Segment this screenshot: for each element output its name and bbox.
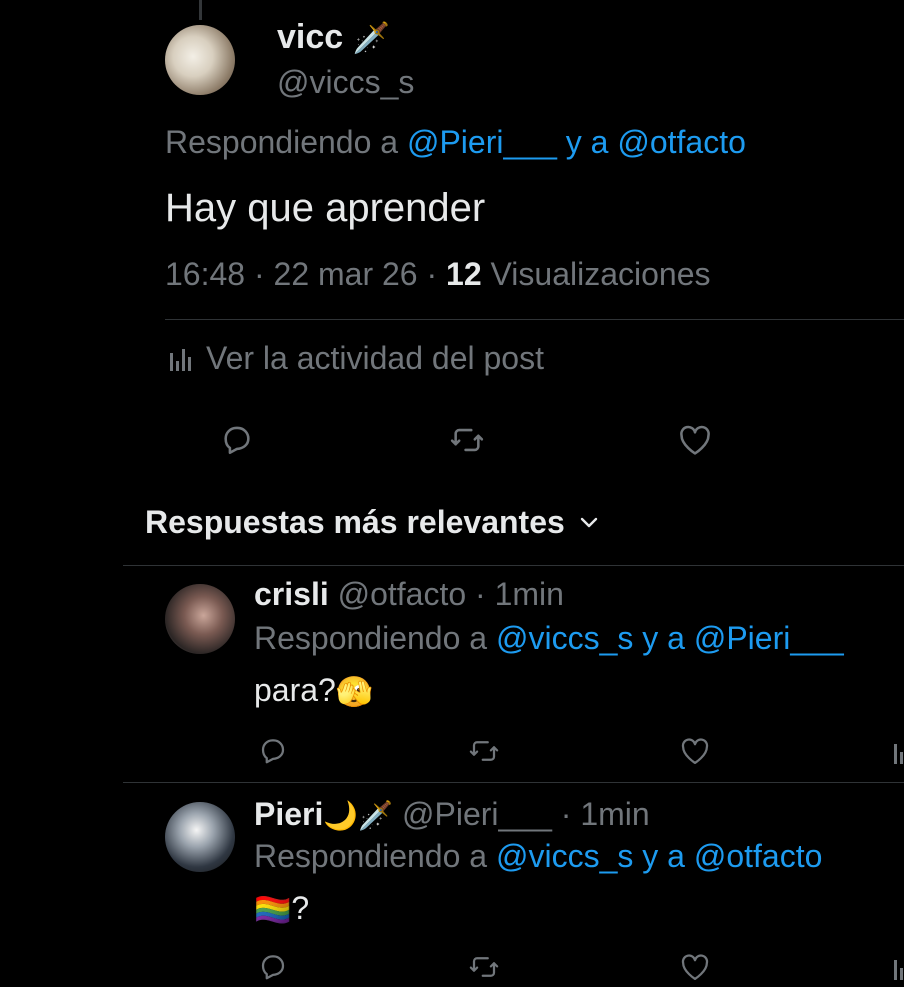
avatar[interactable] [165,25,235,95]
tweet-time[interactable]: 16:48 [165,256,245,292]
thread-connector [199,0,202,20]
replying-prefix: Respondiendo a [165,124,399,160]
views-count: 12 [446,256,482,292]
replying-join: y a [642,838,685,874]
analytics-button[interactable] [893,738,904,769]
analytics-icon [893,954,904,980]
mention-link[interactable]: @Pieri___ [407,124,557,160]
reply-button[interactable] [258,736,288,771]
replying-join: y a [565,124,609,160]
separator: · [253,256,265,292]
name-emoji: 🗡️ [352,22,390,55]
tweet-meta: 16:48 · 22 mar 26 · 12 Visualizaciones [165,256,711,293]
reply-text-content: para? [254,672,336,708]
timestamp[interactable]: 1min [580,796,649,832]
analytics-button[interactable] [893,954,904,985]
reply-header: Pieri🌙🗡️ @Pieri___ · 1min [254,796,650,833]
tweet-text: Hay que aprender [165,186,486,230]
repost-button[interactable] [468,736,500,771]
divider [165,319,904,320]
separator: · [560,796,572,832]
reply-icon [258,952,288,982]
activity-label: Ver la actividad del post [206,340,544,376]
reply-icon [258,736,288,766]
handle[interactable]: @otfacto [338,576,467,612]
reply-button[interactable] [258,952,288,987]
rainbow-flag-emoji: 🏳️‍🌈 [254,894,292,928]
mention-link[interactable]: @otfacto [617,124,746,160]
sort-label: Respuestas más relevantes [145,504,565,540]
mention-link[interactable]: @Pieri___ [694,620,844,656]
analytics-icon [893,738,904,764]
reply-text: 🏳️‍🌈? [254,890,309,928]
reply-button[interactable] [220,423,254,462]
replying-join: y a [642,620,685,656]
author-handle[interactable]: @viccs_s [277,64,414,101]
like-button[interactable] [680,737,710,770]
mention-link[interactable]: @viccs_s [496,838,633,874]
like-button[interactable] [678,424,712,461]
handle[interactable]: @Pieri___ [402,796,552,832]
reply-header: crisli @otfacto · 1min [254,576,564,613]
reply-text-content: ? [291,890,310,926]
repost-button[interactable] [449,423,485,462]
analytics-icon [168,345,194,373]
like-button[interactable] [680,953,710,986]
name-emoji: 🌙🗡️ [323,800,394,831]
repost-button[interactable] [468,952,500,987]
replies-sort-dropdown[interactable]: Respuestas más relevantes [145,504,599,541]
separator: · [426,256,438,292]
repost-icon [468,736,500,766]
divider [123,565,904,566]
mention-link[interactable]: @otfacto [694,838,823,874]
replying-to: Respondiendo a @Pieri___ y a @otfacto [165,124,746,161]
like-icon [680,737,710,765]
repost-icon [468,952,500,982]
replying-prefix: Respondiendo a [254,838,488,874]
reply-avatar[interactable] [165,802,235,872]
like-icon [678,424,712,456]
reply-text: para?🫣 [254,672,373,710]
like-icon [680,953,710,981]
divider [123,782,904,783]
chevron-down-icon [579,516,599,530]
post-activity-link[interactable]: Ver la actividad del post [168,340,544,377]
display-name[interactable]: crisli [254,576,329,612]
reply-icon [220,423,254,457]
separator: · [475,576,486,612]
display-name[interactable]: Pieri [254,796,323,832]
views-label: Visualizaciones [490,256,711,292]
replying-to: Respondiendo a @viccs_s y a @otfacto [254,838,822,875]
repost-icon [449,423,485,457]
timestamp[interactable]: 1min [495,576,564,612]
mention-link[interactable]: @viccs_s [496,620,633,656]
author-name[interactable]: vicc 🗡️ [277,18,390,57]
reply-avatar[interactable] [165,584,235,654]
display-name[interactable]: vicc [277,18,343,56]
face-peeking-emoji: 🫣 [335,676,374,710]
replying-to: Respondiendo a @viccs_s y a @Pieri___ [254,620,844,657]
replying-prefix: Respondiendo a [254,620,488,656]
tweet-date[interactable]: 22 mar 26 [274,256,418,292]
